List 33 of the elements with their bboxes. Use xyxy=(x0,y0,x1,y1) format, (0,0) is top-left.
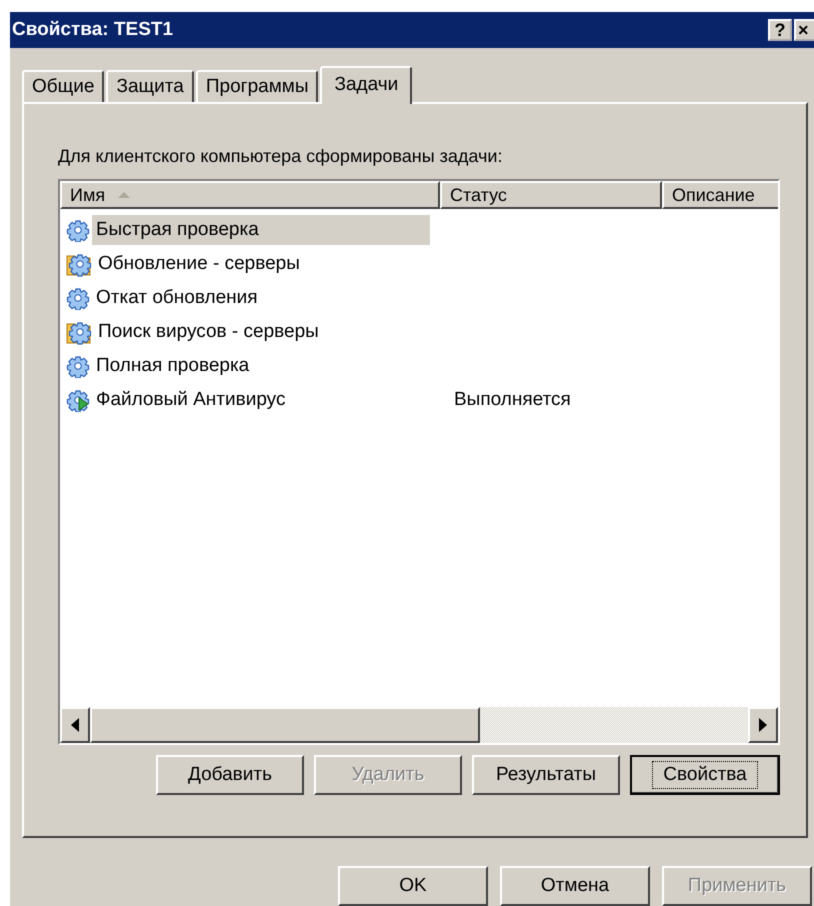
gear-icon xyxy=(66,354,90,378)
task-name[interactable]: Обновление - серверы xyxy=(94,249,304,279)
column-header[interactable]: Статус xyxy=(440,181,662,209)
task-name[interactable]: Полная проверка xyxy=(92,351,254,381)
column-header[interactable]: Описание xyxy=(662,181,778,209)
dialog-button[interactable]: OK xyxy=(338,866,488,906)
close-button[interactable]: × xyxy=(794,19,814,41)
list-caption: Для клиентского компьютера сформированы задачи: xyxy=(58,146,504,167)
window-title: Свойства: TEST1 xyxy=(12,19,174,41)
scrollbar-thumb[interactable] xyxy=(90,707,480,743)
task-name[interactable]: Поиск вирусов - серверы xyxy=(94,317,323,347)
help-button[interactable]: ? xyxy=(768,19,792,41)
task-button[interactable]: Добавить xyxy=(156,755,304,795)
task-name[interactable]: Файловый Антивирус xyxy=(92,385,290,415)
task-button[interactable]: Результаты xyxy=(472,755,620,795)
scroll-right-button[interactable] xyxy=(748,707,778,743)
tab[interactable]: Программы xyxy=(196,70,318,102)
task-status: Выполняется xyxy=(453,389,571,411)
sort-arrow-icon xyxy=(117,191,132,199)
task-name[interactable]: Откат обновления xyxy=(92,283,262,313)
dialog-button[interactable]: Отмена xyxy=(500,866,650,906)
scroll-left-button[interactable] xyxy=(60,707,90,743)
gear-icon xyxy=(66,218,90,242)
right-arrow-icon xyxy=(759,718,767,732)
task-button[interactable]: Свойства xyxy=(630,755,780,795)
tab[interactable]: Задачи xyxy=(320,66,412,104)
gear-arrow-icon xyxy=(66,388,90,412)
tab[interactable]: Общие xyxy=(22,70,104,102)
tab[interactable]: Защита xyxy=(106,70,194,102)
left-arrow-icon xyxy=(71,718,79,732)
gear-icon xyxy=(66,286,90,310)
task-name[interactable]: Быстрая проверка xyxy=(92,215,430,245)
column-header[interactable]: Имя xyxy=(60,181,440,209)
